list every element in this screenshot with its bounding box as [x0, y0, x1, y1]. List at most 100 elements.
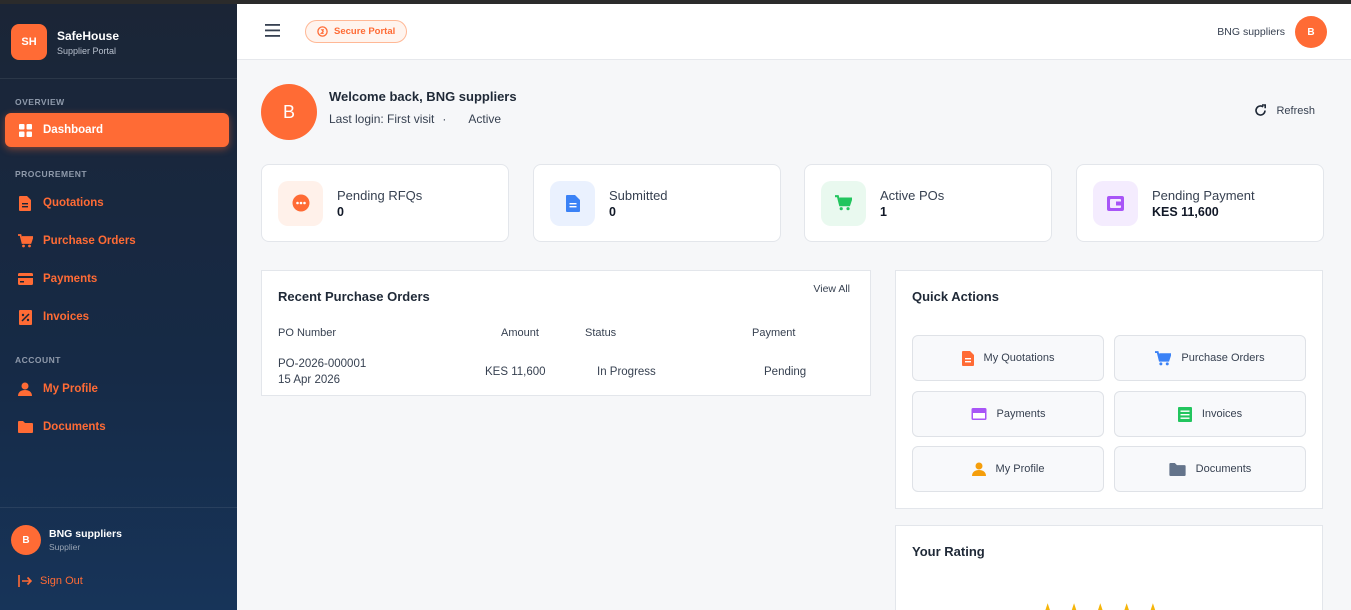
quick-action-my-quotations[interactable]: My Quotations — [912, 335, 1104, 381]
account-status: Active — [468, 112, 502, 126]
stat-label: Pending Payment — [1152, 187, 1255, 203]
sidebar-item-payments[interactable]: Payments — [5, 262, 229, 296]
star-icon: ★ — [1115, 600, 1138, 610]
quick-action-documents[interactable]: Documents — [1114, 446, 1306, 492]
sidebar-item-label: Purchase Orders — [43, 235, 136, 247]
user-icon — [971, 462, 986, 476]
sidebar-item-label: My Profile — [43, 383, 98, 395]
sidebar-item-documents[interactable]: Documents — [5, 410, 229, 444]
star-icon: ★ — [1089, 600, 1112, 610]
avatar: B — [1295, 16, 1327, 48]
sidebar-item-label: Documents — [43, 421, 106, 433]
view-all-link[interactable]: View All — [813, 283, 850, 295]
stat-value: 0 — [609, 204, 616, 219]
refresh-label: Refresh — [1276, 104, 1315, 117]
brand[interactable]: SH SafeHouse Supplier Portal — [11, 24, 119, 60]
sidebar-item-label: Dashboard — [43, 124, 104, 136]
quick-action-purchase-orders[interactable]: Purchase Orders — [1114, 335, 1306, 381]
stat-card-active-pos[interactable]: Active POs 1 — [804, 164, 1052, 242]
rating-panel: Your Rating ★ ★ ★ ★ ★ — [895, 525, 1323, 610]
recent-orders-panel: Recent Purchase Orders View All PO Numbe… — [261, 270, 871, 396]
quick-action-label: Payments — [996, 408, 1046, 420]
stat-value: 0 — [337, 204, 344, 219]
refresh-icon — [1254, 104, 1267, 117]
wallet-icon — [1093, 180, 1138, 226]
separator-dot: · — [442, 112, 447, 126]
user-name: BNG suppliers — [49, 528, 122, 540]
panel-title: Your Rating — [912, 544, 985, 559]
section-label-overview: OVERVIEW — [15, 97, 65, 107]
credit-card-icon — [17, 271, 33, 287]
more-dots-icon — [278, 180, 323, 226]
sidebar-item-my-profile[interactable]: My Profile — [5, 372, 229, 406]
secure-portal-badge: Secure Portal — [305, 20, 408, 43]
quick-action-payments[interactable]: Payments — [912, 391, 1104, 437]
star-icon: ★ — [1062, 600, 1085, 610]
column-header: Amount — [501, 327, 539, 339]
sidebar-item-label: Payments — [43, 273, 98, 285]
stat-card-pending-payment[interactable]: Pending Payment KES 11,600 — [1076, 164, 1324, 242]
dashboard-grid-icon — [17, 122, 33, 138]
receipt-icon — [17, 309, 33, 325]
sidebar-item-label: Quotations — [43, 197, 104, 209]
sidebar: SH SafeHouse Supplier Portal OVERVIEW Da… — [0, 4, 237, 610]
stat-label: Pending RFQs — [337, 187, 423, 203]
secure-portal-label: Secure Portal — [334, 26, 396, 37]
sidebar-item-label: Invoices — [43, 311, 90, 323]
quick-action-label: Documents — [1195, 463, 1252, 475]
divider — [0, 507, 237, 508]
sidebar-item-dashboard[interactable]: Dashboard — [5, 113, 229, 147]
file-icon — [550, 180, 595, 226]
sign-out-button[interactable]: Sign Out — [18, 575, 83, 587]
stat-card-submitted[interactable]: Submitted 0 — [533, 164, 781, 242]
stat-value: KES 11,600 — [1152, 204, 1219, 219]
section-label-account: ACCOUNT — [15, 355, 61, 365]
avatar: B — [11, 525, 41, 555]
cart-icon — [821, 180, 866, 226]
column-header: Payment — [752, 327, 796, 339]
refresh-button[interactable]: Refresh — [1254, 104, 1315, 117]
stat-label: Active POs — [880, 187, 945, 203]
user-role: Supplier — [49, 542, 81, 552]
top-user-menu[interactable]: BNG suppliers B — [1217, 16, 1327, 48]
quick-actions-panel: Quick Actions My Quotations Purchase Ord… — [895, 270, 1323, 509]
sidebar-item-quotations[interactable]: Quotations — [5, 186, 229, 220]
stat-card-pending-rfqs[interactable]: Pending RFQs 0 — [261, 164, 509, 242]
quick-action-label: Invoices — [1201, 408, 1243, 420]
star-icon: ★ — [1141, 600, 1164, 610]
quick-action-invoices[interactable]: Invoices — [1114, 391, 1306, 437]
credit-card-icon — [971, 408, 987, 420]
brand-name: SafeHouse — [57, 28, 120, 43]
quick-action-label: My Profile — [995, 463, 1045, 475]
user-icon — [17, 381, 33, 397]
panel-title: Quick Actions — [912, 289, 999, 304]
cart-icon — [1155, 350, 1172, 366]
po-payment: Pending — [764, 366, 807, 378]
po-amount: KES 11,600 — [485, 366, 546, 378]
brand-logo: SH — [11, 24, 47, 60]
menu-toggle-button[interactable] — [265, 24, 281, 42]
cart-icon — [17, 233, 33, 249]
sidebar-item-invoices[interactable]: Invoices — [5, 300, 229, 334]
top-user-name: BNG suppliers — [1217, 26, 1285, 38]
column-header: Status — [585, 327, 617, 339]
stat-label: Submitted — [609, 187, 668, 203]
quick-action-label: My Quotations — [983, 352, 1055, 364]
column-header: PO Number — [278, 327, 337, 339]
secure-shield-icon — [317, 26, 328, 37]
stat-value: 1 — [880, 204, 887, 219]
star-icon: ★ — [1036, 600, 1059, 610]
quick-action-my-profile[interactable]: My Profile — [912, 446, 1104, 492]
sidebar-user[interactable]: B BNG suppliers Supplier — [11, 525, 122, 555]
sidebar-item-purchase-orders[interactable]: Purchase Orders — [5, 224, 229, 258]
folder-icon — [1169, 462, 1186, 476]
main-content: Secure Portal BNG suppliers B B Welcome … — [237, 4, 1351, 610]
sign-out-label: Sign Out — [40, 575, 83, 587]
top-bar: Secure Portal BNG suppliers B — [237, 4, 1351, 60]
rating-stars: ★ ★ ★ ★ ★ — [1036, 600, 1168, 610]
last-login-text: Last login: First visit — [329, 112, 435, 126]
document-icon — [961, 350, 974, 366]
po-number[interactable]: PO-2026-000001 — [278, 358, 366, 370]
hamburger-icon — [265, 24, 280, 37]
document-icon — [17, 195, 33, 211]
